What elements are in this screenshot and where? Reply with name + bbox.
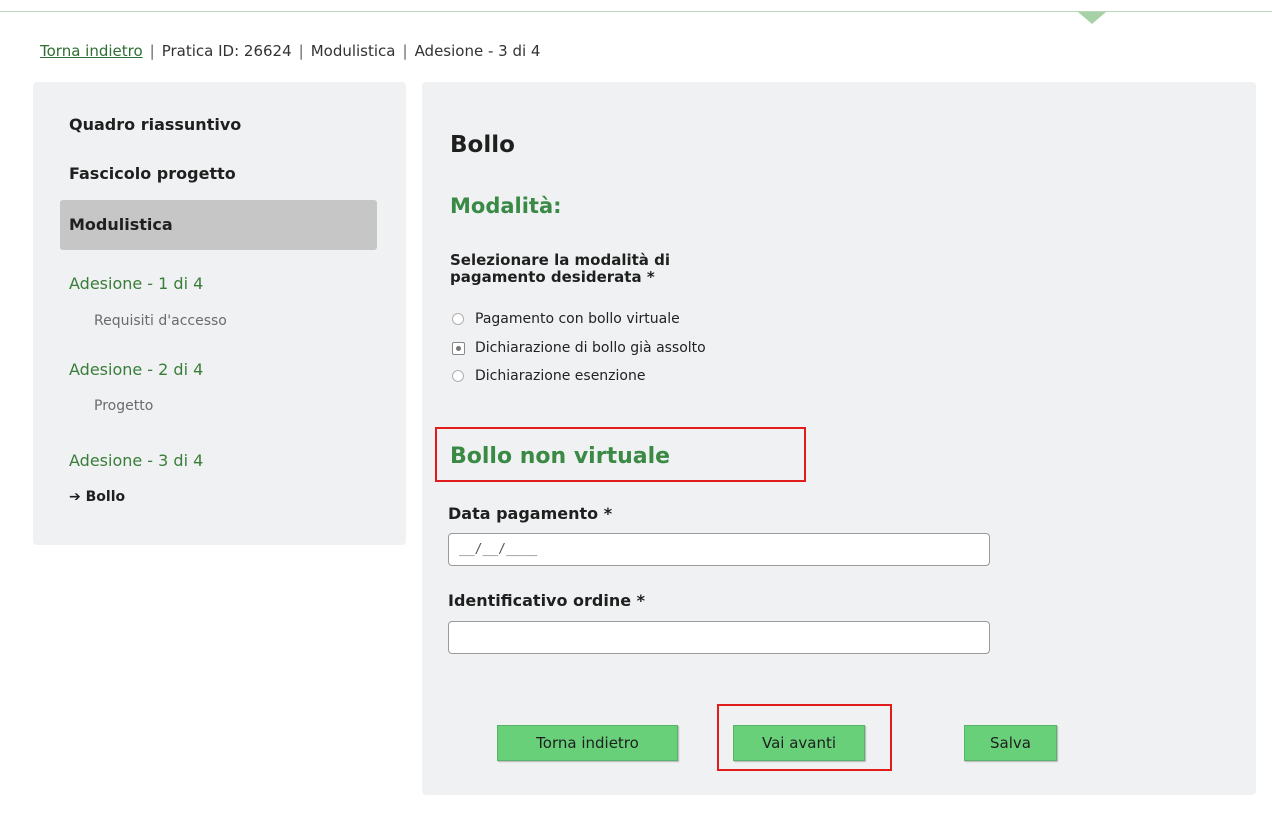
breadcrumb-separator: | <box>402 42 408 60</box>
sidebar-step-1[interactable]: Adesione - 1 di 4 <box>69 274 203 293</box>
breadcrumb-pratica-id: Pratica ID: 26624 <box>161 42 292 60</box>
radio-label: Dichiarazione esenzione <box>475 368 646 384</box>
radio-unchecked-icon[interactable] <box>452 313 464 325</box>
highlight-box <box>435 427 806 482</box>
radio-checked-icon[interactable] <box>452 341 465 355</box>
breadcrumb-back-link[interactable]: Torna indietro <box>40 42 143 60</box>
breadcrumb-separator: | <box>149 42 155 60</box>
order-field-label: Identificativo ordine * <box>448 591 646 610</box>
sidebar-step-3[interactable]: Adesione - 3 di 4 <box>69 451 203 470</box>
radio-option-esenzione[interactable]: Dichiarazione esenzione <box>452 368 645 384</box>
question-line: Selezionare la modalità di <box>450 251 671 269</box>
breadcrumb-step: Adesione - 3 di 4 <box>414 42 541 60</box>
sidebar-item-modulistica[interactable]: Modulistica <box>60 200 377 250</box>
sidebar-step-2[interactable]: Adesione - 2 di 4 <box>69 360 203 379</box>
save-button[interactable]: Salva <box>964 725 1057 761</box>
sidebar-current-label: Bollo <box>85 489 126 505</box>
back-button[interactable]: Torna indietro <box>497 725 678 761</box>
sidebar: Quadro riassuntivo Fascicolo progetto Mo… <box>33 82 406 545</box>
payment-date-input[interactable] <box>448 533 990 566</box>
sidebar-item-quadro-riassuntivo[interactable]: Quadro riassuntivo <box>69 115 241 134</box>
radio-unchecked-icon[interactable] <box>452 370 464 382</box>
breadcrumb-section: Modulistica <box>310 42 396 60</box>
radio-label: Pagamento con bollo virtuale <box>475 311 680 327</box>
arrow-right-icon: ➔ <box>69 489 81 505</box>
sidebar-substep-progetto[interactable]: Progetto <box>94 398 153 414</box>
breadcrumb-separator: | <box>298 42 304 60</box>
sidebar-item-fascicolo-progetto[interactable]: Fascicolo progetto <box>69 164 236 183</box>
payment-mode-question: Selezionare la modalità di pagamento des… <box>450 252 670 286</box>
date-field-label: Data pagamento * <box>448 504 613 523</box>
order-id-input[interactable] <box>448 621 990 654</box>
breadcrumb: Torna indietro | Pratica ID: 26624 | Modulis… <box>40 42 540 60</box>
sidebar-substep-requisiti[interactable]: Requisiti d'accesso <box>94 313 227 329</box>
radio-label: Dichiarazione di bollo già assolto <box>475 340 706 356</box>
sidebar-current-substep: ➔ Bollo <box>69 489 125 505</box>
radio-option-bollo-virtuale[interactable]: Pagamento con bollo virtuale <box>452 311 680 327</box>
highlight-box <box>717 704 892 771</box>
header-notch <box>1078 12 1106 24</box>
section-heading-modalita: Modalità: <box>450 194 562 218</box>
page-title: Bollo <box>450 132 515 158</box>
radio-option-bollo-assolto[interactable]: Dichiarazione di bollo già assolto <box>452 340 706 356</box>
question-line: pagamento desiderata * <box>450 268 655 286</box>
